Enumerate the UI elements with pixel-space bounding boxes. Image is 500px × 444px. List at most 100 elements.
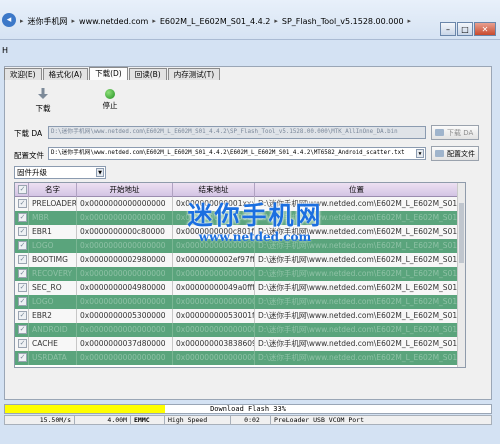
column-header[interactable]: 名字: [29, 183, 77, 197]
table-row[interactable]: ✓ SEC_RO 0x0000000004980000 0x00000000049a0…: [15, 281, 465, 295]
chevron-down-icon[interactable]: ▼: [416, 149, 424, 158]
breadcrumb: ▸ 迷你手机网 ▸ www.netded.com ▸ E602M_L_E602M…: [16, 13, 415, 29]
cell-location[interactable]: D:\迷你手机网\www.netded.com\E602M_L_E602M_S0…: [255, 239, 459, 253]
header-checkbox-cell: ✓: [15, 183, 29, 197]
cell-end: 0x0000000000000000: [173, 295, 255, 309]
chevron-right-icon: ▸: [407, 17, 412, 25]
status-port: PreLoader USB VCOM Port: [274, 416, 365, 424]
stop-button[interactable]: 停止: [95, 88, 125, 116]
tab-memory-test[interactable]: 内存测试(T): [167, 68, 221, 80]
column-header[interactable]: 位置: [255, 183, 459, 197]
breadcrumb-item[interactable]: E602M_L_E602M_S01_4.4.2: [160, 17, 271, 26]
column-header[interactable]: 结束地址: [173, 183, 255, 197]
table-row[interactable]: ✓ CACHE 0x0000000037d80000 0x00000000383860…: [15, 337, 465, 351]
cell-location[interactable]: D:\迷你手机网\www.netded.com\E602M_L_E602M_S0…: [255, 253, 459, 267]
cell-location[interactable]: D:\迷你手机网\www.netded.com\E602M_L_E602M_S0…: [255, 211, 459, 225]
select-all-checkbox[interactable]: ✓: [18, 185, 27, 194]
da-path-field: D:\迷你手机网\www.netded.com\E602M_L_E602M_S0…: [48, 126, 426, 139]
row-checkbox-cell: ✓: [15, 253, 29, 267]
download-arrow-icon: [38, 88, 48, 99]
column-header[interactable]: 开始地址: [77, 183, 173, 197]
table-row[interactable]: ✓ PRELOADER 0x0000000000000000 0x0000000000…: [15, 197, 465, 211]
row-checkbox[interactable]: ✓: [18, 339, 27, 348]
cell-end: 0x00000000053001ff: [173, 309, 255, 323]
cell-end: 0x0000000000000000: [173, 351, 255, 365]
row-checkbox[interactable]: ✓: [18, 269, 27, 278]
row-checkbox[interactable]: ✓: [18, 325, 27, 334]
cell-location[interactable]: D:\迷你手机网\www.netded.com\E602M_L_E602M_S0…: [255, 309, 459, 323]
cell-start: 0x0000000000000000: [77, 295, 173, 309]
row-checkbox[interactable]: ✓: [18, 199, 27, 208]
row-checkbox[interactable]: ✓: [18, 283, 27, 292]
breadcrumb-item[interactable]: www.netded.com: [79, 17, 148, 26]
cell-start: 0x0000000000000000: [77, 351, 173, 365]
scrollbar-thumb[interactable]: [459, 203, 464, 263]
row-checkbox[interactable]: ✓: [18, 353, 27, 362]
mode-select[interactable]: 固件升级 ▼: [14, 166, 106, 179]
minimize-icon[interactable]: –: [440, 22, 456, 36]
tab-format[interactable]: 格式化(A): [42, 68, 89, 80]
row-checkbox[interactable]: ✓: [18, 297, 27, 306]
row-checkbox[interactable]: ✓: [18, 311, 27, 320]
table-header: ✓ 名字 开始地址 结束地址 位置: [15, 183, 465, 197]
cell-location[interactable]: D:\迷你手机网\www.netded.com\E602M_L_E602M_S0…: [255, 351, 459, 365]
chevron-right-icon: ▸: [20, 17, 24, 25]
cell-location[interactable]: D:\迷你手机网\www.netded.com\E602M_L_E602M_S0…: [255, 225, 459, 239]
table-row[interactable]: ✓ USRDATA 0x0000000000000000 0x000000000000…: [15, 351, 465, 365]
cell-start: 0x0000000000000000: [77, 211, 173, 225]
back-arrow-icon[interactable]: ◂: [2, 13, 16, 27]
row-checkbox[interactable]: ✓: [18, 255, 27, 264]
row-checkbox[interactable]: ✓: [18, 241, 27, 250]
tab-readback[interactable]: 回读(B): [128, 68, 167, 80]
breadcrumb-item[interactable]: SP_Flash_Tool_v5.1528.00.000: [282, 17, 404, 26]
cell-end: 0x0000000038386093: [173, 337, 255, 351]
table-row[interactable]: ✓ LOGO 0x0000000000000000 0x000000000000000…: [15, 295, 465, 309]
tab-bar: 欢迎(E) 格式化(A) 下载(D) 回读(B) 内存测试(T): [4, 67, 221, 80]
cell-location[interactable]: D:\迷你手机网\www.netded.com\E602M_L_E602M_S0…: [255, 267, 459, 281]
cell-location[interactable]: D:\迷你手机网\www.netded.com\E602M_L_E602M_S0…: [255, 337, 459, 351]
row-checkbox[interactable]: ✓: [18, 213, 27, 222]
breadcrumb-item[interactable]: 迷你手机网: [28, 16, 68, 27]
table-row[interactable]: ✓ LOGO 0x0000000000000000 0x000000000000000…: [15, 239, 465, 253]
scatter-browse-button[interactable]: 配置文件: [431, 146, 479, 161]
row-checkbox-cell: ✓: [15, 351, 29, 365]
cell-end: 0x0000000002ef97ff: [173, 253, 255, 267]
cell-location[interactable]: D:\迷你手机网\www.netded.com\E602M_L_E602M_S0…: [255, 197, 459, 211]
table-row[interactable]: ✓ MBR 0x0000000000000000 0x0000000000000000…: [15, 211, 465, 225]
maximize-icon[interactable]: □: [457, 22, 473, 36]
cell-location[interactable]: D:\迷你手机网\www.netded.com\E602M_L_E602M_S0…: [255, 323, 459, 337]
row-checkbox-cell: ✓: [15, 281, 29, 295]
table-row[interactable]: ✓ EBR2 0x0000000005300000 0x00000000053001f…: [15, 309, 465, 323]
cell-start: 0x0000000037d80000: [77, 337, 173, 351]
cell-start: 0x0000000000000000: [77, 323, 173, 337]
close-icon[interactable]: ✕: [474, 22, 496, 36]
row-checkbox-cell: ✓: [15, 239, 29, 253]
download-button[interactable]: 下载: [28, 88, 58, 116]
cell-name: BOOTIMG: [29, 253, 77, 267]
status-bar: 15.50M/s 4.00M EMMC High Speed 0:02 PreL…: [4, 415, 492, 425]
da-browse-button: 下载 DA: [431, 125, 479, 140]
scatter-path-field[interactable]: D:\迷你手机网\www.netded.com\E602M_L_E602M_S0…: [48, 147, 426, 160]
tab-welcome[interactable]: 欢迎(E): [4, 68, 42, 80]
table-row[interactable]: ✓ RECOVERY 0x0000000000000000 0x00000000000…: [15, 267, 465, 281]
cell-name: SEC_RO: [29, 281, 77, 295]
table-row[interactable]: ✓ BOOTIMG 0x0000000002980000 0x0000000002ef…: [15, 253, 465, 267]
status-time: 0:02: [231, 416, 271, 424]
tab-download[interactable]: 下载(D): [89, 67, 128, 80]
cell-end: 0x0000000000000000: [173, 267, 255, 281]
cell-location[interactable]: D:\迷你手机网\www.netded.com\E602M_L_E602M_S0…: [255, 281, 459, 295]
cell-name: MBR: [29, 211, 77, 225]
menu-letter[interactable]: H: [2, 46, 8, 55]
vertical-scrollbar[interactable]: [457, 183, 465, 367]
table-row[interactable]: ✓ ANDROID 0x0000000000000000 0x000000000000…: [15, 323, 465, 337]
row-checkbox[interactable]: ✓: [18, 227, 27, 236]
row-checkbox-cell: ✓: [15, 323, 29, 337]
status-mode: High Speed: [165, 416, 231, 424]
chevron-down-icon[interactable]: ▼: [96, 168, 104, 177]
cell-start: 0x0000000000000000: [77, 267, 173, 281]
table-row[interactable]: ✓ EBR1 0x0000000000c80000 0x0000000000c801f…: [15, 225, 465, 239]
folder-icon: [435, 129, 444, 136]
partition-table: ✓ 名字 开始地址 结束地址 位置 ✓ PRELOADER 0x0000000000…: [14, 182, 466, 368]
cell-location[interactable]: D:\迷你手机网\www.netded.com\E602M_L_E602M_S0…: [255, 295, 459, 309]
stop-label: 停止: [102, 101, 118, 110]
